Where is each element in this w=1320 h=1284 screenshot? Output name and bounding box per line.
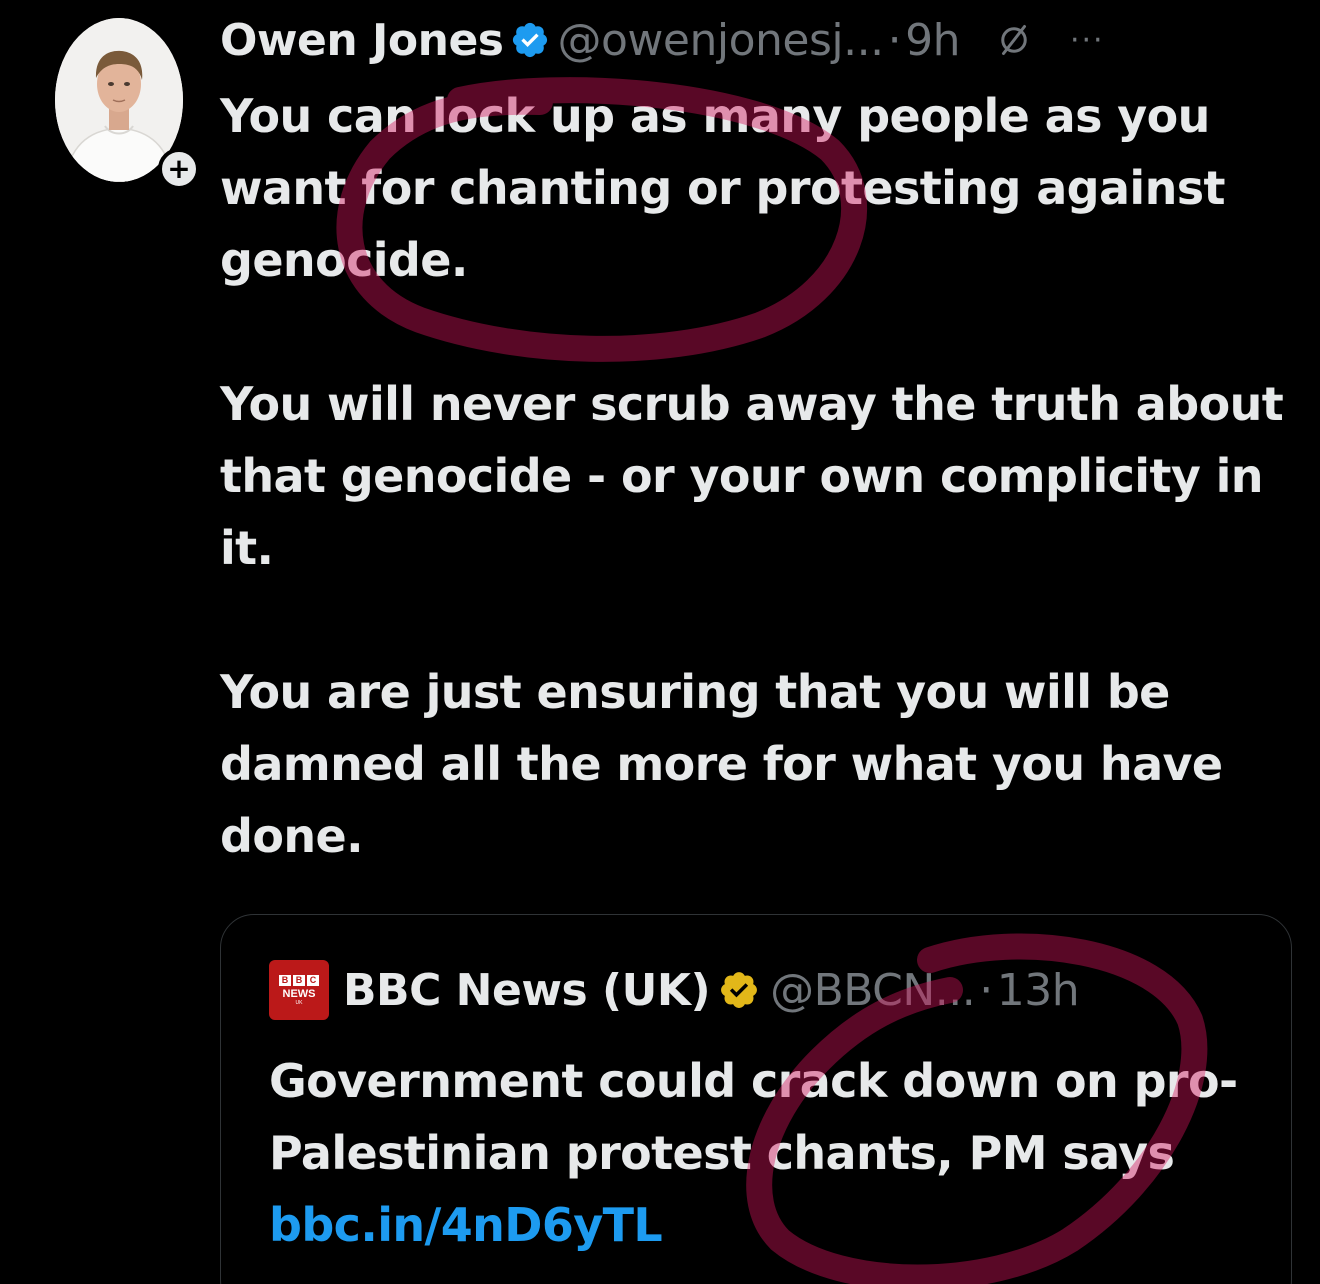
verified-badge-icon[interactable]: [510, 20, 550, 60]
bbc-letter: C: [307, 974, 319, 986]
tweet-paragraph: You can lock up as many people as you wa…: [220, 89, 1225, 287]
bbc-logo-news: NEWS: [282, 987, 316, 1000]
author-display-name[interactable]: Owen Jones: [220, 15, 504, 66]
tweet-timestamp[interactable]: 9h: [905, 15, 960, 66]
more-icon[interactable]: ···: [1070, 23, 1105, 58]
tweet-header: Owen Jones @owenjonesj... · 9h ···: [220, 10, 1300, 70]
gold-verified-badge-icon[interactable]: [718, 969, 760, 1011]
follow-button[interactable]: +: [158, 148, 200, 190]
tweet-paragraph: You will never scrub away the truth abou…: [220, 377, 1284, 575]
separator-dot: ·: [979, 964, 993, 1016]
bbc-blocks: B B C: [279, 974, 319, 986]
quoted-tweet-card[interactable]: B B C NEWS UK BBC News (UK) @BBCN... · 1…: [220, 914, 1292, 1284]
author-handle[interactable]: @owenjonesj...: [558, 15, 885, 66]
quoted-tweet-link[interactable]: bbc.in/4nD6yTL: [269, 1198, 663, 1252]
plus-icon: +: [167, 152, 191, 185]
bbc-letter: B: [293, 974, 305, 986]
tweet-body: You can lock up as many people as you wa…: [220, 80, 1310, 872]
separator-dot: ·: [887, 14, 902, 66]
quoted-tweet-body: Government could crack down on pro-Pales…: [269, 1045, 1269, 1261]
bbc-logo-uk: UK: [295, 999, 303, 1006]
bbc-news-logo-icon[interactable]: B B C NEWS UK: [269, 960, 329, 1020]
quoted-author-display-name[interactable]: BBC News (UK): [343, 965, 711, 1016]
quoted-tweet-timestamp[interactable]: 13h: [997, 965, 1080, 1016]
quoted-author-handle[interactable]: @BBCN...: [770, 965, 976, 1016]
bbc-letter: B: [279, 974, 291, 986]
quoted-tweet-header: B B C NEWS UK BBC News (UK) @BBCN... · 1…: [269, 959, 1080, 1021]
quoted-tweet-text: Government could crack down on pro-Pales…: [269, 1054, 1238, 1180]
grok-icon[interactable]: [996, 22, 1032, 58]
tweet-paragraph: You are just ensuring that you will be d…: [220, 665, 1223, 863]
